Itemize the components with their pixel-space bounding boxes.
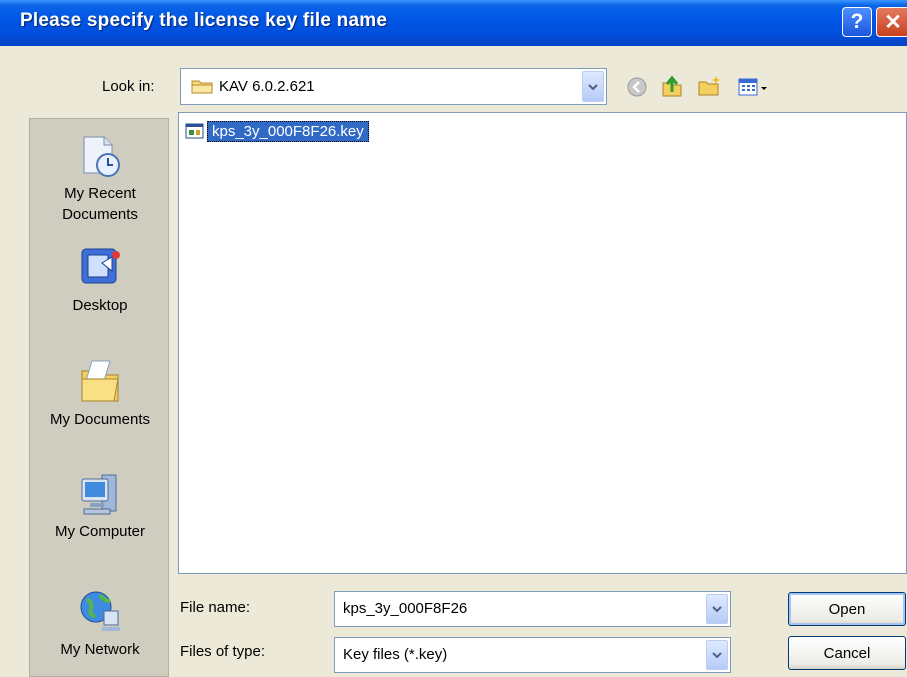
place-label: Desktop [72, 297, 128, 314]
file-name: kps_3y_000F8F26.key [207, 120, 369, 142]
folder-icon [191, 80, 213, 94]
new-folder-icon[interactable] [697, 74, 721, 98]
open-button[interactable]: Open [788, 592, 906, 626]
my-documents-icon [81, 360, 119, 402]
look-in-value: KAV 6.0.2.621 [219, 78, 315, 95]
look-in-dropdown[interactable]: KAV 6.0.2.621 [180, 68, 607, 105]
up-folder-icon[interactable] [660, 74, 684, 98]
file-item[interactable]: kps_3y_000F8F26.key [185, 119, 369, 143]
my-computer-icon [81, 474, 117, 515]
place-desktop[interactable]: Desktop [30, 247, 170, 316]
help-button[interactable]: ? [842, 7, 872, 37]
title-bar[interactable]: Please specify the license key file name… [0, 0, 907, 46]
look-in-dropdown-button[interactable] [582, 71, 604, 102]
chevron-down-icon [712, 606, 722, 613]
file-type-dropdown[interactable]: Key files (*.key) [334, 637, 731, 673]
recent-documents-icon [83, 136, 120, 177]
chevron-down-icon [712, 652, 722, 659]
help-icon: ? [850, 10, 864, 33]
close-icon: ✕ [884, 10, 902, 34]
desktop-icon [81, 248, 120, 284]
back-icon[interactable] [625, 75, 649, 99]
place-label: My Network [60, 641, 140, 658]
my-network-icon [80, 591, 120, 631]
file-type-value: Key files (*.key) [343, 646, 448, 663]
file-type-label: Files of type: [180, 643, 266, 660]
place-my-documents[interactable]: My Documents [30, 355, 170, 430]
file-type-dropdown-button[interactable] [706, 640, 728, 670]
file-name-label: File name: [180, 599, 251, 616]
close-button[interactable]: ✕ [876, 7, 907, 37]
file-name-dropdown-button[interactable] [706, 594, 728, 624]
file-name-value: kps_3y_000F8F26 [343, 600, 468, 617]
views-menu-icon[interactable] [737, 76, 769, 100]
place-my-recent-documents[interactable]: My Recent Documents [30, 135, 170, 225]
look-in-label: Look in: [102, 78, 155, 95]
chevron-down-icon [588, 83, 598, 90]
place-my-network[interactable]: My Network [30, 587, 170, 660]
place-label: My Computer [54, 523, 146, 540]
places-bar: My Recent Documents Desktop My Documents [29, 118, 169, 677]
file-list[interactable]: kps_3y_000F8F26.key [178, 112, 907, 574]
place-label: My Documents [49, 411, 151, 428]
key-file-icon [185, 123, 204, 139]
place-label: My Recent Documents [62, 185, 138, 223]
place-my-computer[interactable]: My Computer [30, 471, 170, 542]
cancel-button[interactable]: Cancel [788, 636, 906, 670]
file-open-dialog: Please specify the license key file name… [0, 0, 907, 677]
file-name-field[interactable]: kps_3y_000F8F26 [334, 591, 731, 627]
window-title: Please specify the license key file name [20, 10, 388, 31]
